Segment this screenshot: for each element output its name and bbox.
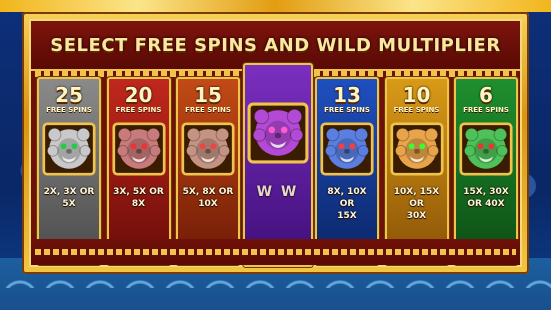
free-spins-option-6[interactable]: 10 FREE SPINS 10X, 15X OR 30X	[384, 77, 449, 265]
free-spins-count: 6	[479, 83, 493, 107]
fret-border-bottom	[35, 249, 516, 255]
selection-panel: SELECT FREE SPINS AND WILD MULTIPLIER 25…	[22, 12, 529, 274]
wild-multiplier-text: 10X, 15X OR 30X	[393, 187, 440, 221]
free-spins-option-1[interactable]: 25 FREE SPINS 2X, 3X OR 5X	[37, 77, 101, 265]
wild-multiplier-text: 8X, 10X OR 15X	[327, 187, 367, 221]
free-spins-count: 20	[124, 83, 153, 107]
foo-dog-lion-icon	[459, 122, 513, 176]
top-gold-trim	[0, 0, 551, 12]
free-spins-label: FREE SPINS	[393, 106, 440, 114]
free-spins-count: 15	[194, 83, 222, 107]
free-spins-label: FREE SPINS	[324, 106, 370, 114]
free-spins-label: FREE SPINS	[463, 106, 509, 114]
wild-multiplier-text: 15X, 30X OR 40X	[463, 187, 509, 209]
options-row: 25 FREE SPINS 2X, 3X OR 5X 20 FREE SPINS 3X, …	[37, 63, 518, 267]
free-spins-option-4[interactable]: W W	[242, 63, 313, 267]
foo-dog-lion-icon	[320, 122, 374, 176]
free-spins-count: 13	[333, 83, 361, 107]
free-spins-option-3[interactable]: 15 FREE SPINS 5X, 8X OR 10X	[176, 77, 240, 265]
bottom-band	[31, 239, 520, 265]
panel-inner: SELECT FREE SPINS AND WILD MULTIPLIER 25…	[29, 19, 522, 267]
free-spins-count: 25	[55, 83, 83, 107]
free-spins-label: FREE SPINS	[185, 106, 231, 114]
panel-title: SELECT FREE SPINS AND WILD MULTIPLIER	[50, 34, 501, 56]
foo-dog-lion-icon	[111, 122, 166, 176]
foo-dog-lion-icon	[389, 122, 444, 176]
wild-multiplier-text: 5X, 8X OR 10X	[182, 187, 234, 209]
free-spins-count: 10	[402, 83, 431, 107]
foo-dog-lion-icon	[42, 122, 96, 176]
wild-multiplier-text: W W	[256, 184, 299, 200]
foo-dog-lion-icon	[181, 122, 235, 176]
wild-multiplier-text: 3X, 5X OR 8X	[113, 187, 164, 209]
wild-multiplier-text: 2X, 3X OR 5X	[43, 187, 95, 209]
free-spins-label: FREE SPINS	[46, 106, 92, 114]
free-spins-label: FREE SPINS	[115, 106, 162, 114]
foo-dog-lion-icon	[247, 102, 308, 164]
free-spins-option-7[interactable]: 6 FREE SPINS 15X, 30X OR 40X	[454, 77, 518, 265]
free-spins-option-5[interactable]: 13 FREE SPINS 8X, 10X OR 15X	[315, 77, 379, 265]
free-spins-option-2[interactable]: 20 FREE SPINS 3X, 5X OR 8X	[106, 77, 171, 265]
